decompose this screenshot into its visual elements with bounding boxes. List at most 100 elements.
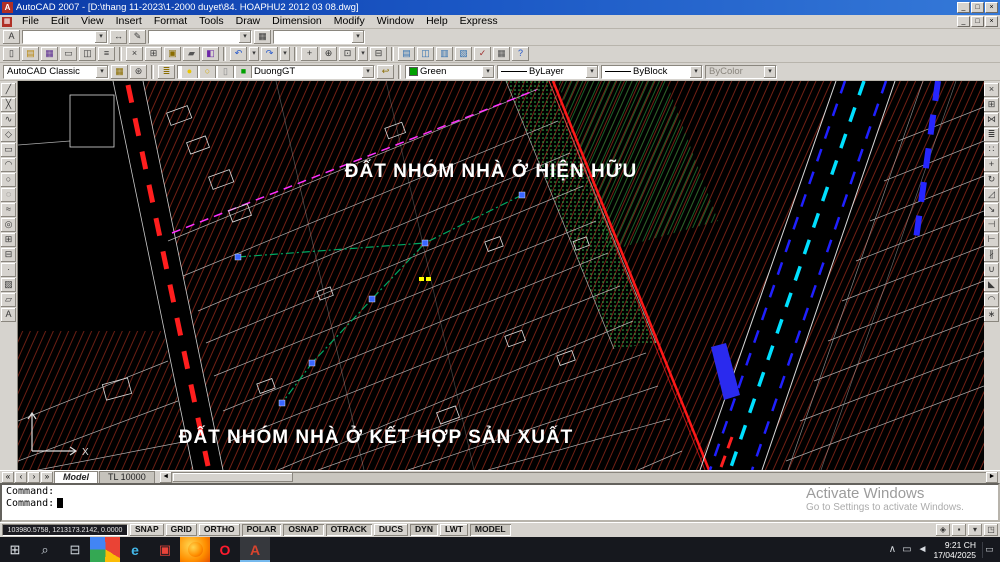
mdi-restore-button[interactable]: □ — [971, 16, 984, 27]
offset-icon[interactable]: ≣ — [984, 128, 999, 142]
linetype-combo[interactable]: ByLayer ▾ — [497, 65, 599, 79]
join-icon[interactable]: ∪ — [984, 263, 999, 277]
layer-thaw-sun-icon[interactable]: ○ — [199, 66, 216, 78]
menu-format[interactable]: Format — [148, 15, 193, 28]
redo-icon[interactable]: ↷ — [261, 47, 278, 61]
construction-line-icon[interactable]: ╳ — [1, 98, 16, 112]
quickcalc-icon[interactable]: ▦ — [493, 47, 510, 61]
firefox-icon[interactable] — [180, 537, 210, 562]
revision-cloud-icon[interactable]: ◌ — [1, 188, 16, 202]
tab-nav-next-icon[interactable]: › — [28, 472, 40, 483]
chamfer-icon[interactable]: ◣ — [984, 278, 999, 292]
chevron-down-icon[interactable]: ▾ — [482, 66, 494, 78]
chevron-down-icon[interactable]: ▾ — [239, 31, 251, 43]
undo-dropdown-icon[interactable]: ▾ — [249, 47, 259, 61]
chevron-down-icon[interactable]: ▾ — [352, 31, 364, 43]
maximize-button[interactable]: □ — [971, 2, 984, 13]
scroll-right-icon[interactable]: ► — [986, 472, 998, 483]
publish-icon[interactable]: ≡ — [98, 47, 115, 61]
scale-icon[interactable]: ◿ — [984, 188, 999, 202]
rotate-icon[interactable]: ↻ — [984, 173, 999, 187]
layer-combo[interactable]: ●○▯■ DuongGT ▾ — [177, 65, 375, 79]
menu-file[interactable]: File — [16, 15, 45, 28]
communication-center-icon[interactable]: ◈ — [936, 524, 950, 536]
menu-view[interactable]: View — [75, 15, 110, 28]
tool-palettes-icon[interactable]: ▥ — [436, 47, 453, 61]
chevron-down-icon[interactable]: ▾ — [96, 66, 108, 78]
fillet-icon[interactable]: ◠ — [984, 293, 999, 307]
match-properties-icon[interactable]: ▰ — [183, 47, 200, 61]
mdi-close-button[interactable]: × — [985, 16, 998, 27]
region-icon[interactable]: ▱ — [1, 293, 16, 307]
zoom-previous-icon[interactable]: ⊟ — [370, 47, 387, 61]
paste-icon[interactable]: ▣ — [164, 47, 181, 61]
extend-icon[interactable]: ⊢ — [984, 233, 999, 247]
toggle-ortho[interactable]: ORTHO — [199, 524, 240, 536]
point-icon[interactable]: ∙ — [1, 263, 16, 277]
spline-icon[interactable]: ≈ — [1, 203, 16, 217]
red-app-icon[interactable]: ▣ — [150, 537, 180, 562]
toggle-grid[interactable]: GRID — [166, 524, 197, 536]
circle-icon[interactable]: ○ — [1, 173, 16, 187]
tab-nav-last-icon[interactable]: » — [41, 472, 53, 483]
taskbar-clock[interactable]: 9:21 CH 17/04/2025 — [933, 540, 976, 560]
close-button[interactable]: × — [985, 2, 998, 13]
markup-set-manager-icon[interactable]: ✓ — [474, 47, 491, 61]
multiline-text-icon[interactable]: A — [1, 308, 16, 322]
new-file-icon[interactable]: ▯ — [3, 47, 20, 61]
toolbar-lock-icon[interactable]: ▪ — [952, 524, 966, 536]
autocad-taskbar-icon[interactable]: A — [240, 537, 270, 562]
color-combo[interactable]: Green ▾ — [405, 65, 495, 79]
zoom-realtime-icon[interactable]: ⊕ — [320, 47, 337, 61]
menu-dimension[interactable]: Dimension — [266, 15, 328, 28]
status-menu-arrow-icon[interactable]: ▾ — [968, 524, 982, 536]
lineweight-combo[interactable]: ByBlock ▾ — [601, 65, 703, 79]
save-workspace-icon[interactable]: ▦ — [111, 65, 128, 79]
table-style-combo[interactable]: ▾ — [273, 30, 365, 44]
designcenter-icon[interactable]: ◫ — [417, 47, 434, 61]
toggle-model[interactable]: MODEL — [470, 524, 511, 536]
layer-previous-icon[interactable]: ↩ — [377, 65, 394, 79]
start-button[interactable]: ⊞ — [0, 537, 30, 562]
menu-edit[interactable]: Edit — [45, 15, 75, 28]
break-icon[interactable]: ∦ — [984, 248, 999, 262]
menu-insert[interactable]: Insert — [110, 15, 148, 28]
layer-color-swatch[interactable]: ■ — [235, 66, 252, 78]
sheet-set-manager-icon[interactable]: ▧ — [455, 47, 472, 61]
layer-on-lightbulb-icon[interactable]: ● — [181, 66, 198, 78]
menu-draw[interactable]: Draw — [230, 15, 267, 28]
stretch-icon[interactable]: ↘ — [984, 203, 999, 217]
volume-icon[interactable]: ◄ — [918, 544, 928, 555]
tab-model[interactable]: Model — [54, 471, 98, 483]
menu-window[interactable]: Window — [371, 15, 420, 28]
polygon-icon[interactable]: ◇ — [1, 128, 16, 142]
redo-dropdown-icon[interactable]: ▾ — [280, 47, 290, 61]
keyboard-icon[interactable]: ▭ — [902, 544, 911, 555]
pan-realtime-icon[interactable]: + — [301, 47, 318, 61]
open-file-icon[interactable]: ▤ — [22, 47, 39, 61]
undo-icon[interactable]: ↶ — [230, 47, 247, 61]
zoom-flyout-icon[interactable]: ▾ — [358, 47, 368, 61]
workspace-combo[interactable]: AutoCAD Classic ▾ — [3, 65, 109, 79]
rectangle-icon[interactable]: ▭ — [1, 143, 16, 157]
insert-block-icon[interactable]: ⊞ — [1, 233, 16, 247]
help-icon[interactable]: ? — [512, 47, 529, 61]
mirror-icon[interactable]: ⋈ — [984, 113, 999, 127]
properties-palette-icon[interactable]: ▤ — [398, 47, 415, 61]
hatch-icon[interactable]: ▨ — [1, 278, 16, 292]
layer-properties-icon[interactable]: ≣ — [158, 65, 175, 79]
layer-unlock-icon[interactable]: ▯ — [217, 66, 234, 78]
tab-nav-first-icon[interactable]: « — [2, 472, 14, 483]
toggle-otrack[interactable]: OTRACK — [326, 524, 372, 536]
search-icon[interactable]: ⌕ — [30, 537, 60, 562]
menu-tools[interactable]: Tools — [193, 15, 230, 28]
minimize-button[interactable]: _ — [957, 2, 970, 13]
menu-modify[interactable]: Modify — [328, 15, 371, 28]
toggle-polar[interactable]: POLAR — [242, 524, 282, 536]
menu-help[interactable]: Help — [420, 15, 454, 28]
text-style-icon[interactable]: A — [3, 30, 20, 44]
text-style-combo[interactable]: ▾ — [22, 30, 108, 44]
chevron-down-icon[interactable]: ▾ — [586, 66, 598, 78]
tray-chevron-icon[interactable]: ∧ — [889, 544, 896, 555]
table-style-icon[interactable]: ▦ — [254, 30, 271, 44]
